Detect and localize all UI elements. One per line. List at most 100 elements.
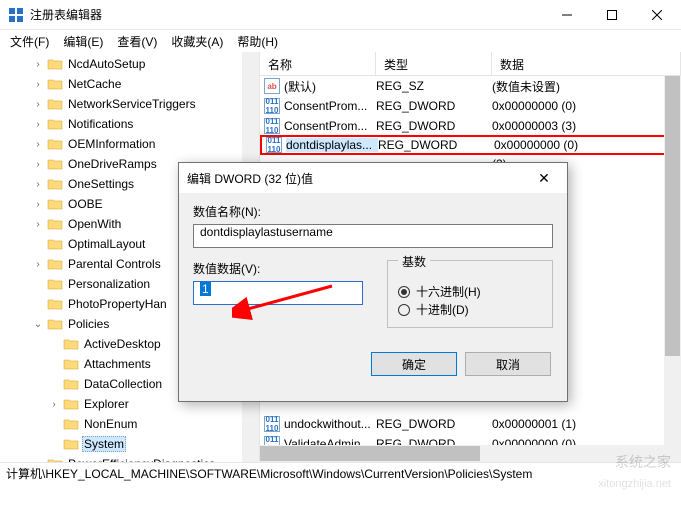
menu-edit[interactable]: 编辑(E) [57,31,109,52]
menu-favorites[interactable]: 收藏夹(A) [165,31,229,52]
dialog-close-button[interactable]: ✕ [529,170,559,187]
col-type[interactable]: 类型 [376,52,492,75]
folder-icon [47,217,63,231]
dword-value-icon: 011110 [264,98,280,114]
radio-dec[interactable]: 十进制(D) [398,301,542,318]
list-row[interactable]: 011110undockwithout...REG_DWORD0x0000000… [260,414,681,434]
edit-dword-dialog: 编辑 DWORD (32 位)值 ✕ 数值名称(N): dontdisplayl… [178,162,568,402]
tree-item-label: Policies [66,317,111,331]
dialog-titlebar[interactable]: 编辑 DWORD (32 位)值 ✕ [179,163,567,193]
tree-item-label: OpenWith [66,217,123,231]
folder-icon [47,177,63,191]
value-name-field[interactable]: dontdisplaylastusername [193,224,553,248]
close-button[interactable] [634,0,679,30]
tree-item-label: Notifications [66,117,135,131]
col-data[interactable]: 数据 [492,52,681,75]
status-bar: 计算机\HKEY_LOCAL_MACHINE\SOFTWARE\Microsof… [0,462,681,484]
tree-twisty-icon[interactable]: › [32,119,44,130]
cell-name: undockwithout... [284,417,376,431]
tree-item-label: PowerEfficiencyDiagnostics [66,457,217,462]
tree-twisty-icon[interactable]: › [32,159,44,170]
cell-type: REG_DWORD [376,99,492,113]
list-vscrollbar[interactable] [664,76,681,445]
dword-value-icon: 011110 [266,137,282,153]
folder-icon [47,257,63,271]
folder-icon [47,77,63,91]
tree-item[interactable]: › Notifications [0,114,259,134]
cell-data: 0x00000000 (0) [494,138,679,152]
radio-hex[interactable]: 十六进制(H) [398,283,542,300]
folder-icon [47,457,63,462]
dialog-title: 编辑 DWORD (32 位)值 [187,170,529,187]
cell-data: 0x00000001 (1) [492,417,681,431]
list-row[interactable]: 011110 dontdisplaylas...REG_DWORD0x000000… [260,135,681,155]
tree-item-label: OneSettings [66,177,136,191]
tree-item-label: Attachments [82,357,153,371]
tree-item[interactable]: › NetCache [0,74,259,94]
tree-item[interactable]: › PowerEfficiencyDiagnostics [0,454,259,462]
tree-item[interactable]: System [0,434,259,454]
col-name[interactable]: 名称 [260,52,376,75]
tree-twisty-icon[interactable]: › [32,459,44,463]
tree-item-label: PhotoPropertyHan [66,297,169,311]
string-value-icon: ab [264,78,280,94]
list-row[interactable]: ab(默认)REG_SZ(数值未设置) [260,76,681,96]
minimize-button[interactable] [544,0,589,30]
cell-data: (数值未设置) [492,78,681,95]
tree-twisty-icon[interactable]: › [32,79,44,90]
folder-icon [47,237,63,251]
base-legend: 基数 [398,253,430,270]
list-row[interactable]: 011110ConsentProm...REG_DWORD0x00000003 … [260,116,681,136]
tree-item-label: OEMInformation [66,137,157,151]
folder-icon [47,137,63,151]
cell-name: (默认) [284,78,376,95]
tree-item-label: ActiveDesktop [82,337,163,351]
tree-item-label: DataCollection [82,377,164,391]
tree-twisty-icon[interactable]: › [32,139,44,150]
menu-bar: 文件(F) 编辑(E) 查看(V) 收藏夹(A) 帮助(H) [0,30,681,52]
menu-view[interactable]: 查看(V) [111,31,163,52]
folder-icon [63,357,79,371]
cell-name: ConsentProm... [284,119,376,133]
cell-name: dontdisplaylas... [286,138,378,152]
folder-icon [63,397,79,411]
radio-icon [398,286,410,298]
tree-twisty-icon[interactable]: › [32,59,44,70]
scrollbar-thumb[interactable] [665,76,680,356]
maximize-button[interactable] [589,0,634,30]
value-data-field[interactable]: 1 [193,281,363,305]
menu-file[interactable]: 文件(F) [4,31,55,52]
tree-item[interactable]: › OEMInformation [0,134,259,154]
tree-item[interactable]: ›NcdAutoSetup [0,54,259,74]
cancel-button[interactable]: 取消 [465,352,551,376]
folder-icon [47,297,63,311]
folder-icon [47,317,63,331]
tree-item-label: NonEnum [82,417,139,431]
cell-data: 0x00000000 (0) [492,99,681,113]
tree-item[interactable]: NonEnum [0,414,259,434]
tree-item-label: Explorer [82,397,131,411]
tree-twisty-icon[interactable]: › [32,179,44,190]
tree-item-label: NetworkServiceTriggers [66,97,198,111]
tree-twisty-icon[interactable]: › [32,259,44,270]
radio-icon [398,304,410,316]
value-data-label: 数值数据(V): [193,260,363,277]
tree-item-label: NetCache [66,77,123,91]
cell-type: REG_SZ [376,79,492,93]
menu-help[interactable]: 帮助(H) [231,31,284,52]
cell-type: REG_DWORD [376,119,492,133]
folder-icon [63,337,79,351]
tree-twisty-icon[interactable]: ⌄ [32,319,44,330]
tree-twisty-icon[interactable]: › [48,399,60,410]
ok-button[interactable]: 确定 [371,352,457,376]
tree-twisty-icon[interactable]: › [32,199,44,210]
scrollbar-thumb[interactable] [260,446,480,461]
window-title: 注册表编辑器 [30,6,544,23]
dword-value-icon: 011110 [264,118,280,134]
tree-twisty-icon[interactable]: › [32,219,44,230]
list-hscrollbar[interactable] [260,445,664,462]
tree-twisty-icon[interactable]: › [32,99,44,110]
cell-type: REG_DWORD [378,138,494,152]
list-row[interactable]: 011110ConsentProm...REG_DWORD0x00000000 … [260,96,681,116]
tree-item[interactable]: › NetworkServiceTriggers [0,94,259,114]
